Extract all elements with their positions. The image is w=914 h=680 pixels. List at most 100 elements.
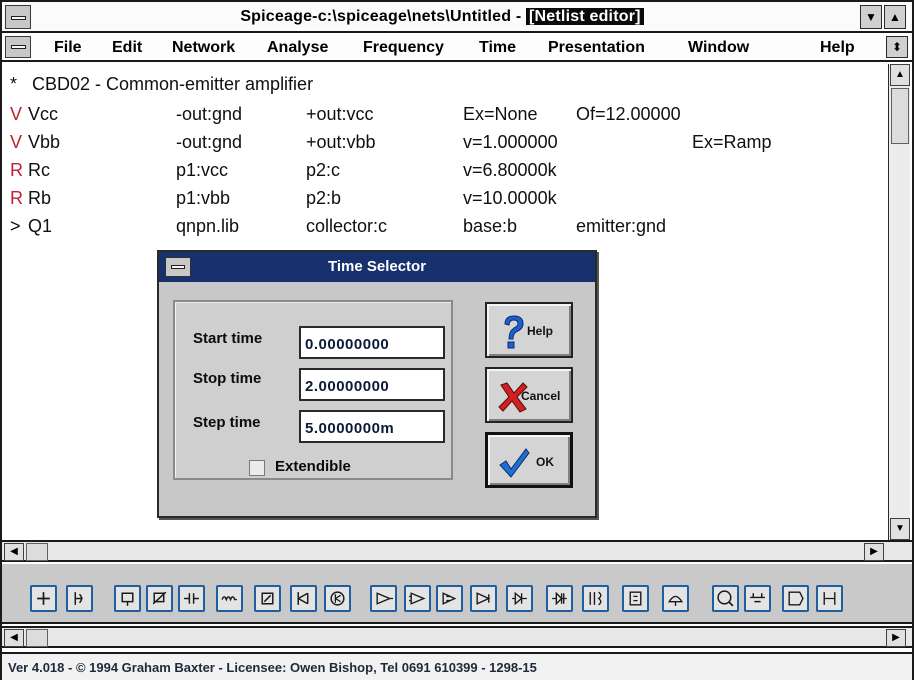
dialog-title-bar: Time Selector	[159, 252, 595, 282]
horizontal-scrollbar[interactable]: ◀ ▶	[2, 540, 912, 562]
extendible-checkbox[interactable]	[249, 460, 265, 476]
extendible-label[interactable]: Extendible	[275, 458, 351, 475]
document-system-menu-button[interactable]	[5, 36, 31, 58]
toolbar-button-current-source[interactable]	[66, 585, 93, 612]
scroll-right-button[interactable]: ▶	[864, 543, 884, 561]
toolbar-button-more[interactable]	[816, 585, 843, 612]
netlist-col2: p2:c	[306, 160, 341, 180]
toolbar-button-label[interactable]	[782, 585, 809, 612]
menu-window[interactable]: Window	[688, 39, 749, 57]
netlist-col3: Ex=None	[463, 104, 538, 124]
netlist-col4: emitter:gnd	[576, 216, 667, 236]
netlist-type: *	[10, 74, 18, 94]
netlist-row[interactable]: R Rb p1:vbb p2:b v=10.0000k	[10, 188, 885, 212]
scroll-left-button[interactable]: ◀	[4, 543, 24, 561]
capacitor-icon	[184, 593, 199, 604]
toolbar-button-ground[interactable]	[744, 585, 771, 612]
toolbar-button-diode-bridge[interactable]	[546, 585, 573, 612]
toolbar-button-opamp-b[interactable]	[404, 585, 431, 612]
transformer-icon	[589, 591, 602, 606]
toolbar-button-resistor[interactable]	[114, 585, 141, 612]
toolbar-scroll-thumb[interactable]	[26, 629, 48, 647]
system-menu-button[interactable]	[5, 5, 31, 29]
start-time-input[interactable]: 0.00000000	[299, 326, 445, 359]
netlist-row[interactable]: V Vcc -out:gnd +out:vcc Ex=None Of=12.00…	[10, 104, 885, 128]
menu-time[interactable]: Time	[479, 39, 516, 57]
resistor-icon	[121, 592, 134, 606]
toolbar-scroll-right-button[interactable]: ▶	[886, 629, 906, 647]
menu-frequency[interactable]: Frequency	[363, 39, 444, 57]
start-time-label: Start time	[193, 330, 263, 347]
menu-file[interactable]: File	[54, 39, 82, 57]
netlist-col3: v=6.80000k	[463, 160, 557, 180]
netlist-col4: Ex=Ramp	[692, 132, 772, 152]
opamp-b-icon	[409, 592, 426, 605]
menu-presentation[interactable]: Presentation	[548, 39, 645, 57]
transistor-icon	[330, 591, 345, 606]
menu-analyse[interactable]: Analyse	[267, 39, 328, 57]
netlist-name: Rc	[28, 160, 50, 180]
toolbar-button-diode-pair[interactable]	[506, 585, 533, 612]
minimize-button[interactable]: ▼	[860, 5, 882, 29]
netlist-col1: -out:gnd	[176, 132, 243, 152]
toolbar-button-voltage-source[interactable]	[30, 585, 57, 612]
help-button-label: Help	[527, 324, 554, 338]
vertical-scrollbar[interactable]: ▲ ▼	[888, 64, 910, 542]
scroll-down-button[interactable]: ▼	[890, 518, 910, 540]
netlist-col1: -out:gnd	[176, 104, 243, 124]
netlist-row[interactable]: R Rc p1:vcc p2:c v=6.80000k	[10, 160, 885, 184]
cancel-button[interactable]: Cancel	[485, 367, 573, 423]
netlist-row[interactable]: V Vbb -out:gnd +out:vbb v=1.000000 Ex=Ra…	[10, 132, 885, 156]
menu-edit[interactable]: Edit	[112, 39, 142, 57]
toolbar-button-ic-chip[interactable]	[622, 585, 649, 612]
netlist-col2: +out:vcc	[306, 104, 374, 124]
help-button[interactable]: Help	[485, 302, 573, 358]
netlist-row[interactable]: * CBD02 - Common-emitter amplifier	[10, 74, 885, 98]
ground-icon	[750, 593, 765, 603]
netlist-row[interactable]: > Q1 qnpn.lib collector:c base:b emitter…	[10, 216, 885, 240]
toolbar-button-diode[interactable]	[254, 585, 281, 612]
vertical-scroll-thumb[interactable]	[891, 88, 909, 144]
restore-button[interactable]: ⬍	[886, 36, 908, 58]
netlist-type: V	[10, 132, 23, 152]
toolbar-button-inductor[interactable]	[216, 585, 243, 612]
maximize-button[interactable]: ▲	[884, 5, 906, 29]
component-toolbar	[2, 564, 912, 624]
netlist-type: R	[10, 188, 23, 208]
toolbar-button-opamp-d[interactable]	[470, 585, 497, 612]
window-title: Spiceage-c:\spiceage\nets\Untitled - [Ne…	[32, 8, 852, 26]
current-source-icon	[74, 592, 83, 605]
scroll-up-button[interactable]: ▲	[890, 64, 910, 86]
netlist-name: Vcc	[28, 104, 59, 124]
netlist-col3: v=1.000000	[463, 132, 558, 152]
ic-chip-icon	[629, 591, 642, 606]
lamp-icon	[667, 595, 684, 606]
inductor-icon	[221, 596, 237, 602]
toolbar-button-zener[interactable]	[290, 585, 317, 612]
toolbar-button-variable-resistor[interactable]	[146, 585, 173, 612]
toolbar-scroll-left-button[interactable]: ◀	[4, 629, 24, 647]
title-bar: Spiceage-c:\spiceage\nets\Untitled - [Ne…	[2, 2, 912, 33]
step-time-input[interactable]: 5.0000000m	[299, 410, 445, 443]
stop-time-input[interactable]: 2.00000000	[299, 368, 445, 401]
more-icon	[823, 592, 836, 605]
step-time-label: Step time	[193, 414, 261, 431]
menu-network[interactable]: Network	[172, 39, 235, 57]
time-selector-dialog: Time Selector Start time 0.00000000 Stop…	[157, 250, 597, 518]
toolbar-button-opamp-a[interactable]	[370, 585, 397, 612]
toolbar-button-opamp-c[interactable]	[436, 585, 463, 612]
opamp-d-icon	[476, 592, 491, 605]
toolbar-button-lamp[interactable]	[662, 585, 689, 612]
toolbar-button-probe[interactable]	[712, 585, 739, 612]
netlist-type: >	[10, 216, 21, 236]
ok-button[interactable]: OK	[485, 432, 573, 488]
netlist-col2: collector:c	[306, 216, 388, 236]
toolbar-button-transformer[interactable]	[582, 585, 609, 612]
toolbar-button-capacitor[interactable]	[178, 585, 205, 612]
toolbar-button-transistor[interactable]	[324, 585, 351, 612]
netlist-col3: base:b	[463, 216, 518, 236]
menu-help[interactable]: Help	[820, 39, 855, 57]
horizontal-scroll-thumb[interactable]	[26, 543, 48, 561]
toolbar-scrollbar[interactable]: ◀ ▶	[2, 626, 912, 648]
netlist-type: R	[10, 160, 23, 180]
